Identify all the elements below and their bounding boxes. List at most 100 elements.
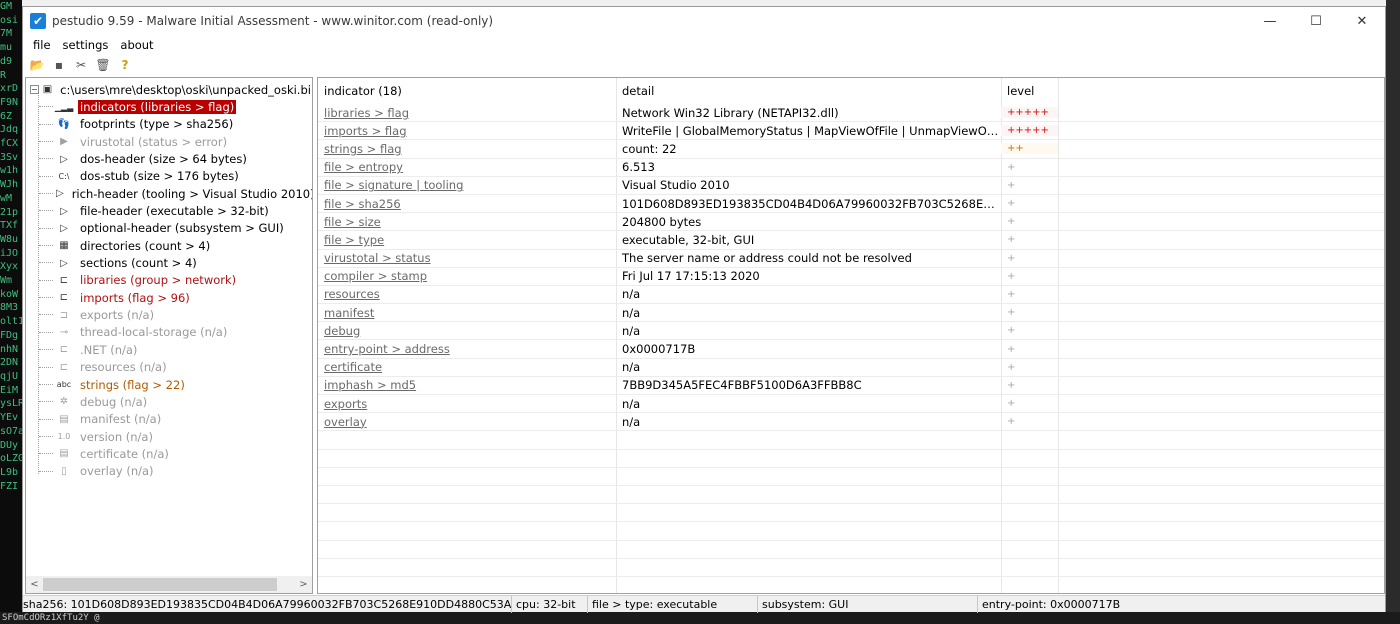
table-row[interactable]: imports > flag WriteFile | GlobalMemorySt… (318, 122, 1384, 141)
tree-horizontal-scrollbar[interactable]: < > (26, 576, 312, 593)
minimize-button[interactable]: — (1247, 7, 1293, 35)
cell-indicator[interactable]: virustotal > status (318, 251, 616, 265)
status-entry-point: entry-point: 0x0000717B (978, 596, 1218, 613)
table-row[interactable]: virustotal > status The server name or ad… (318, 250, 1384, 268)
table-row[interactable]: file > sha256 101D608D893ED193835CD04B4D0… (318, 195, 1384, 214)
tree-item-strings[interactable]: abc strings (flag > 22) (26, 376, 312, 393)
tree-item-optional-header[interactable]: ▷ optional-header (subsystem > GUI) (26, 220, 312, 237)
background-terminal: GM osi 7M mu d9 RxrD F9N 6Z Jdq fCX 3Sv w1h WJh wM 21p… (0, 0, 22, 624)
close-button[interactable]: ✕ (1339, 7, 1385, 35)
table-row[interactable]: file > size 204800 bytes + (318, 213, 1384, 232)
tree-item-debug[interactable]: ✲ debug (n/a) (26, 393, 312, 410)
terminal-line: TXf (0, 220, 19, 232)
collapse-icon[interactable]: − (30, 85, 39, 95)
cell-indicator[interactable]: file > size (318, 215, 616, 229)
header-detail[interactable]: detail (616, 84, 1001, 98)
tree-item-file-header[interactable]: ▷ file-header (executable > 32-bit) (26, 202, 312, 219)
scroll-left-icon[interactable]: < (26, 576, 43, 593)
tree-item-manifest[interactable]: ▤ manifest (n/a) (26, 411, 312, 428)
tree-item-dos-header[interactable]: ▷ dos-header (size > 64 bytes) (26, 150, 312, 167)
table-row[interactable]: debug n/a + (318, 322, 1384, 341)
table-row[interactable]: libraries > flag Network Win32 Library (N… (318, 104, 1384, 123)
terminal-line: 8M3 (0, 302, 19, 314)
cut-icon[interactable]: ✂ (73, 57, 89, 73)
cell-indicator[interactable]: entry-point > address (318, 342, 616, 356)
tree-item-indicators[interactable]: ▁▂▃ indicators (libraries > flag) (26, 98, 312, 115)
header-indicator[interactable]: indicator (18) (318, 84, 616, 98)
tree-item-certificate[interactable]: ▤ certificate (n/a) (26, 445, 312, 462)
cell-indicator[interactable]: libraries > flag (318, 106, 616, 120)
tree-root[interactable]: − ▣ c:\users\mre\desktop\oski\unpacked_o… (26, 81, 312, 98)
maximize-button[interactable]: ☐ (1293, 7, 1339, 35)
tree-item-tls[interactable]: ⊸ thread-local-storage (n/a) (26, 324, 312, 341)
tree-branch-line (39, 158, 53, 160)
table-row[interactable]: certificate n/a + (318, 359, 1384, 377)
scroll-track[interactable] (43, 578, 295, 591)
menu-about[interactable]: about (114, 38, 159, 52)
table-row[interactable]: entry-point > address 0x0000717B + (318, 340, 1384, 359)
cell-indicator[interactable]: debug (318, 324, 616, 338)
cell-indicator[interactable]: resources (318, 287, 616, 301)
tree-item-footprints[interactable]: 👣 footprints (type > sha256) (26, 116, 312, 133)
menu-file[interactable]: file (27, 38, 57, 52)
cell-level: + (1007, 379, 1016, 391)
cell-indicator[interactable]: file > signature | tooling (318, 178, 616, 192)
cell-indicator[interactable]: file > sha256 (318, 197, 616, 211)
cell-detail: WriteFile | GlobalMemoryStatus | MapView… (622, 123, 1001, 138)
terminal-line: osi (0, 14, 19, 26)
table-row[interactable]: manifest n/a + (318, 304, 1384, 323)
table-row[interactable]: imphash > md5 7BB9D345A5FEC4FBBF5100D6A3F… (318, 377, 1384, 395)
menu-settings[interactable]: settings (57, 38, 115, 52)
scroll-thumb[interactable] (43, 578, 277, 591)
cell-indicator[interactable]: imports > flag (318, 124, 616, 138)
cell-indicator[interactable]: compiler > stamp (318, 269, 616, 283)
terminal-line: 3Sv (0, 151, 19, 163)
tree-item-overlay[interactable]: ▯ overlay (n/a) (26, 463, 312, 480)
open-icon[interactable]: 📂 (29, 57, 45, 73)
save-icon[interactable]: ▪ (51, 57, 67, 73)
tree-item-libraries[interactable]: ⊏ libraries (group > network) (26, 272, 312, 289)
tree-item-dotnet[interactable]: ⊏ .NET (n/a) (26, 341, 312, 358)
tree-item-sections[interactable]: ▷ sections (count > 4) (26, 254, 312, 271)
tree-item-rich-header[interactable]: ▷ rich-header (tooling > Visual Studio 20… (26, 185, 312, 202)
terminal-line: EiM (0, 384, 19, 396)
table-row[interactable]: strings > flag count: 22 ++ (318, 140, 1384, 159)
tree-branch-line (39, 470, 53, 472)
tree-item-version[interactable]: 1.0 version (n/a) (26, 428, 312, 445)
cell-indicator[interactable]: file > type (318, 233, 616, 247)
tree-item-exports[interactable]: ⊐ exports (n/a) (26, 306, 312, 323)
cell-indicator[interactable]: file > entropy (318, 160, 616, 174)
tree-item-virustotal[interactable]: ▶ virustotal (status > error) (26, 133, 312, 150)
title-bar[interactable]: ✔ pestudio 9.59 - Malware Initial Assess… (23, 7, 1385, 35)
tree-item-imports[interactable]: ⊏ imports (flag > 96) (26, 289, 312, 306)
cell-level: + (1007, 161, 1016, 173)
tree-item-directories[interactable]: ▦ directories (count > 4) (26, 237, 312, 254)
delete-icon[interactable]: 🗑 (95, 57, 111, 73)
tree-branch-line (39, 141, 53, 143)
cell-indicator[interactable]: certificate (318, 360, 616, 374)
table-row[interactable]: overlay n/a + (318, 413, 1384, 432)
tree-branch-line (39, 331, 53, 333)
header-level[interactable]: level (1001, 84, 1058, 98)
cell-indicator[interactable]: overlay (318, 415, 616, 429)
table-row[interactable]: exports n/a + (318, 395, 1384, 414)
scroll-right-icon[interactable]: > (295, 576, 312, 593)
table-row[interactable]: file > signature | tooling Visual Studio … (318, 177, 1384, 195)
tree-item-label: file-header (executable > 32-bit) (80, 204, 269, 219)
tree-item-label: thread-local-storage (n/a) (80, 325, 228, 340)
table-row[interactable]: file > type executable, 32-bit, GUI + (318, 231, 1384, 250)
tree-branch-line (39, 175, 53, 177)
tree-item-resources[interactable]: ⊏ resources (n/a) (26, 359, 312, 376)
cell-indicator[interactable]: manifest (318, 306, 616, 320)
tree-item-label: dos-stub (size > 176 bytes) (80, 169, 239, 184)
tree-item-dos-stub[interactable]: C:\ dos-stub (size > 176 bytes) (26, 168, 312, 185)
table-row[interactable]: compiler > stamp Fri Jul 17 17:15:13 2020… (318, 268, 1384, 286)
cell-indicator[interactable]: strings > flag (318, 142, 616, 156)
table-row[interactable]: resources n/a + (318, 286, 1384, 305)
help-icon[interactable]: ? (117, 57, 133, 73)
cell-level: + (1007, 252, 1016, 264)
cell-indicator[interactable]: imphash > md5 (318, 378, 616, 392)
table-body: libraries > flag Network Win32 Library (N… (318, 104, 1384, 577)
table-row[interactable]: file > entropy 6.513 + (318, 159, 1384, 177)
cell-indicator[interactable]: exports (318, 397, 616, 411)
